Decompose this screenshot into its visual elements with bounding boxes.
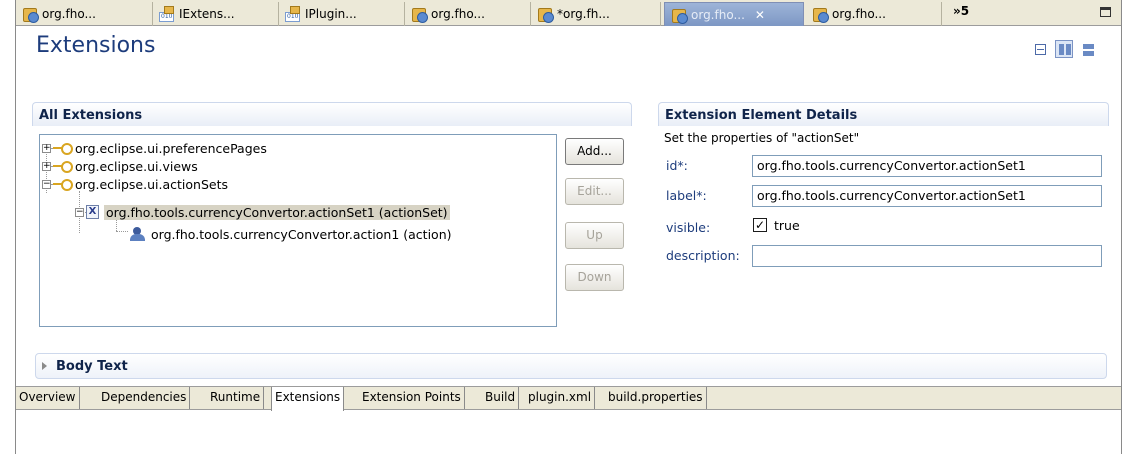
- tree-item-views[interactable]: + org.eclipse.ui.views: [42, 157, 198, 175]
- section-title: Extension Element Details: [665, 108, 858, 123]
- label-field[interactable]: org.fho.tools.currencyConvertor.actionSe…: [752, 185, 1102, 207]
- section-title: All Extensions: [39, 108, 143, 123]
- visible-checkbox[interactable]: ✓: [753, 218, 767, 232]
- tree-item-label: org.fho.tools.currencyConvertor.actionSe…: [104, 204, 450, 220]
- editor-tab-label: IExtens...: [179, 7, 235, 21]
- collapse-icon[interactable]: −: [75, 207, 84, 217]
- tab-extension-points[interactable]: Extension Points: [359, 387, 465, 409]
- class-file-icon: [159, 6, 175, 22]
- close-icon[interactable]: ✕: [755, 8, 765, 22]
- section-title: Body Text: [56, 359, 128, 374]
- tab-plugin-xml[interactable]: plugin.xml: [525, 387, 596, 409]
- expand-icon[interactable]: +: [42, 161, 51, 171]
- edit-button[interactable]: Edit...: [565, 178, 624, 205]
- tree-item-label: org.eclipse.ui.actionSets: [75, 176, 228, 192]
- action-icon: [129, 227, 147, 241]
- plugin-icon: [537, 6, 554, 23]
- page-title: Extensions: [36, 33, 156, 58]
- editor-tab-7[interactable]: org.fho...: [806, 2, 942, 26]
- add-button[interactable]: Add...: [565, 138, 624, 165]
- visible-label: visible:: [666, 220, 711, 235]
- details-description: Set the properties of "actionSet": [664, 131, 860, 145]
- tree-item-label: org.fho.tools.currencyConvertor.action1 …: [151, 226, 452, 242]
- editor-tab-label: org.fho...: [691, 7, 745, 22]
- description-label: description:: [666, 248, 740, 263]
- editor-tab-5[interactable]: *org.fh...: [531, 2, 661, 26]
- visible-checkbox-label: true: [774, 218, 800, 233]
- xml-element-icon: X: [86, 205, 99, 219]
- tab-runtime[interactable]: Runtime: [207, 387, 265, 409]
- class-file-icon: [285, 6, 301, 22]
- layout-toolbar: [1031, 40, 1097, 58]
- editor-tab-label: org.fho...: [42, 7, 96, 21]
- editor-tab-2[interactable]: IExtens...: [153, 2, 279, 26]
- collapse-all-icon[interactable]: [1031, 40, 1049, 58]
- down-button[interactable]: Down: [565, 264, 624, 291]
- tree-item-label: org.eclipse.ui.preferencePages: [75, 140, 267, 156]
- description-field[interactable]: [752, 245, 1102, 267]
- expand-triangle-icon[interactable]: [42, 362, 47, 370]
- tab-overview[interactable]: Overview: [16, 387, 80, 409]
- body-text-section[interactable]: Body Text: [35, 353, 1107, 379]
- plugin-icon: [22, 6, 39, 23]
- id-label: id*:: [666, 158, 688, 173]
- extension-point-icon: [53, 179, 73, 191]
- tree-item-preference-pages[interactable]: + org.eclipse.ui.preferencePages: [42, 139, 267, 157]
- plugin-icon: [411, 6, 428, 23]
- tab-build-properties[interactable]: build.properties: [605, 387, 707, 409]
- extension-point-icon: [53, 143, 73, 155]
- details-header: Extension Element Details: [658, 102, 1109, 126]
- collapse-icon[interactable]: −: [42, 179, 51, 189]
- page-tab-bar: Overview Dependencies Runtime Extensions…: [16, 386, 1121, 411]
- extension-point-icon: [53, 161, 73, 173]
- plugin-manifest-editor: org.fho... IExtens... IPlugin... org.fho…: [15, 0, 1122, 454]
- horizontal-layout-icon[interactable]: [1055, 40, 1073, 58]
- tab-extensions[interactable]: Extensions: [271, 387, 345, 411]
- tab-build[interactable]: Build: [482, 387, 520, 409]
- editor-tab-6-active[interactable]: org.fho... ✕: [664, 2, 804, 26]
- tree-item-label: org.eclipse.ui.views: [75, 158, 198, 174]
- editor-tab-label: org.fho...: [832, 7, 886, 21]
- editor-tab-4[interactable]: org.fho...: [405, 2, 531, 26]
- vertical-layout-icon[interactable]: [1079, 40, 1097, 58]
- tree-item-action-set[interactable]: − X org.fho.tools.currencyConvertor.acti…: [75, 203, 450, 221]
- maximize-icon[interactable]: [1100, 7, 1111, 17]
- all-extensions-header: All Extensions: [32, 102, 632, 126]
- up-button[interactable]: Up: [565, 222, 624, 249]
- editor-tab-label: org.fho...: [431, 7, 485, 21]
- editor-tab-label: IPlugin...: [305, 7, 357, 21]
- plugin-icon: [812, 6, 829, 23]
- editor-tab-label: *org.fh...: [557, 7, 610, 21]
- label-label: label*:: [666, 188, 707, 203]
- tree-item-action-sets[interactable]: − org.eclipse.ui.actionSets: [42, 175, 228, 193]
- tab-dependencies[interactable]: Dependencies: [98, 387, 191, 409]
- plugin-icon: [671, 7, 688, 24]
- editor-tab-bar: org.fho... IExtens... IPlugin... org.fho…: [16, 0, 1121, 26]
- extensions-tree[interactable]: + org.eclipse.ui.preferencePages + org.e…: [39, 134, 557, 327]
- editor-tab-3[interactable]: IPlugin...: [279, 2, 405, 26]
- expand-icon[interactable]: +: [42, 143, 51, 153]
- editor-tab-1[interactable]: org.fho...: [16, 2, 153, 26]
- id-field[interactable]: org.fho.tools.currencyConvertor.actionSe…: [752, 155, 1102, 177]
- tree-item-action[interactable]: org.fho.tools.currencyConvertor.action1 …: [129, 225, 452, 243]
- tab-overflow-chevron[interactable]: »5: [953, 4, 969, 18]
